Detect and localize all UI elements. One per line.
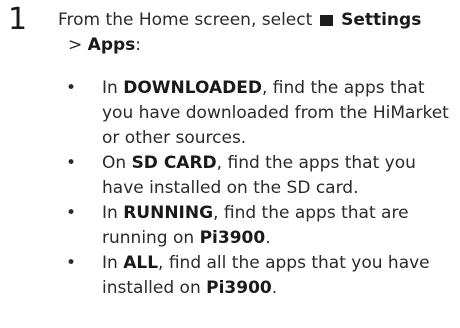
- settings-label: Settings: [341, 10, 422, 30]
- step-instruction-line-2: > Apps:: [58, 33, 453, 58]
- bullet-item-downloaded: • In DOWNLOADED, find the apps that you …: [62, 76, 452, 151]
- bullet-symbol: •: [66, 78, 77, 98]
- settings-icon: [319, 15, 333, 26]
- sub-prefix-text: >: [68, 35, 88, 55]
- bullet-symbol: •: [66, 203, 77, 223]
- bullet-keyword: SD CARD: [131, 153, 217, 173]
- bullet-item-all: • In ALL, find all the apps that you hav…: [62, 251, 452, 301]
- bullet-symbol: •: [66, 253, 77, 273]
- bullet-prefix: In: [102, 78, 124, 98]
- step-number: 1: [8, 2, 28, 37]
- bullet-end: .: [271, 278, 278, 298]
- apps-suffix-text: :: [135, 35, 142, 55]
- bullet-item-sd-card: • On SD CARD, find the apps that you hav…: [62, 151, 452, 201]
- device-name: Pi3900: [206, 278, 272, 298]
- manual-page: 1 From the Home screen, select Settings …: [0, 0, 460, 328]
- bullet-keyword: DOWNLOADED: [123, 78, 262, 98]
- bullet-keyword: ALL: [123, 253, 159, 273]
- step-instruction: From the Home screen, select Settings > …: [58, 8, 453, 58]
- intro-prefix-text: From the Home screen, select: [58, 10, 318, 30]
- bullet-end: .: [265, 228, 271, 248]
- bullet-prefix: In: [102, 253, 124, 273]
- bullet-prefix: On: [102, 153, 132, 173]
- bullet-list: • In DOWNLOADED, find the apps that you …: [62, 76, 452, 301]
- bullet-keyword: RUNNING: [123, 203, 214, 223]
- bullet-symbol: •: [66, 153, 77, 173]
- apps-label: Apps: [87, 35, 136, 55]
- step-instruction-line-1: From the Home screen, select Settings: [58, 8, 453, 33]
- device-name: Pi3900: [199, 228, 266, 248]
- bullet-item-running: • In RUNNING, find the apps that are run…: [62, 201, 452, 251]
- bullet-prefix: In: [102, 203, 124, 223]
